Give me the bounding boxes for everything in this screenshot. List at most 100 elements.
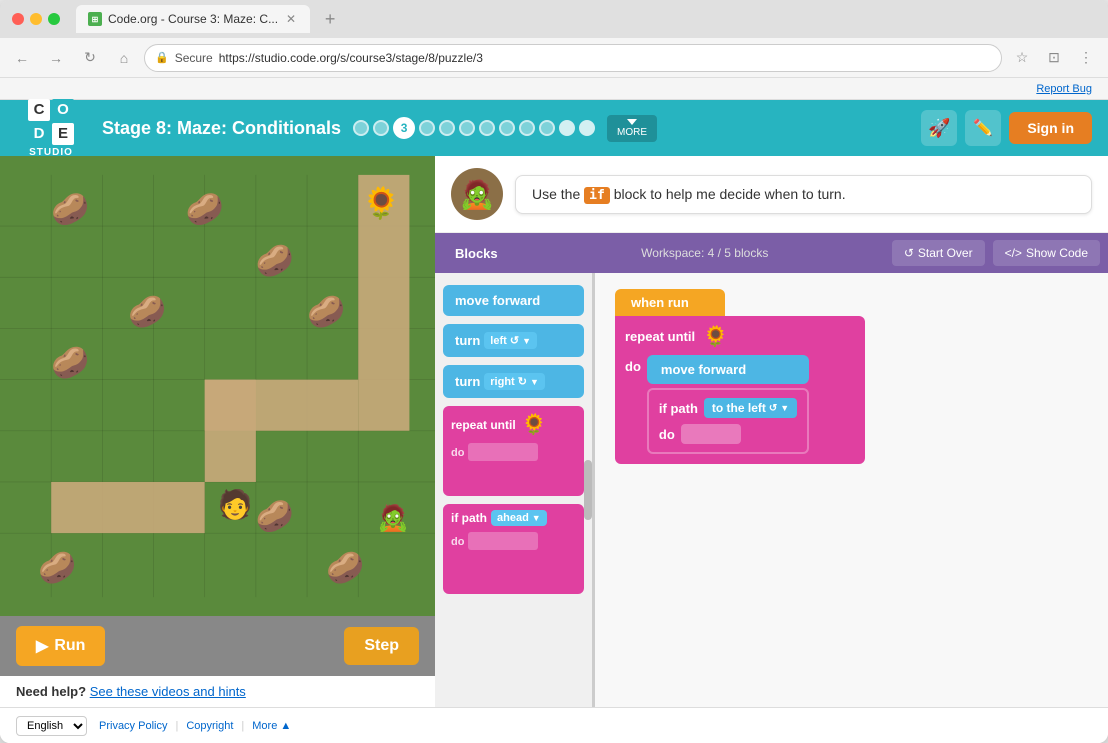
ahead-dropdown[interactable]: ahead ▼	[491, 510, 547, 526]
to-the-left-dropdown[interactable]: to the left ↺ ▼	[704, 398, 797, 418]
turn-left-dropdown[interactable]: left ↺ ▼	[484, 332, 537, 349]
signin-button[interactable]: Sign in	[1009, 112, 1092, 144]
dot-2[interactable]	[373, 120, 389, 136]
dot-9[interactable]	[519, 120, 535, 136]
new-tab-button[interactable]: +	[318, 7, 342, 31]
more-link[interactable]: More ▲	[252, 720, 291, 732]
dot-1[interactable]	[353, 120, 369, 136]
report-bar: Report Bug	[0, 78, 1108, 100]
privacy-policy-link[interactable]: Privacy Policy	[99, 720, 167, 732]
dot-4[interactable]	[419, 120, 435, 136]
help-text: Need help? See these videos and hints	[0, 676, 435, 707]
enemy-4: 🥔	[186, 192, 224, 227]
repeat-until-block[interactable]: repeat until 🌻 do	[443, 406, 584, 496]
enemy-5: 🥔	[256, 243, 294, 278]
blocks-tab[interactable]: Blocks	[435, 233, 518, 273]
run-label: Run	[54, 637, 85, 655]
back-button[interactable]: ←	[8, 44, 36, 72]
scroll-indicator[interactable]	[584, 460, 592, 520]
enemy-8: 🥔	[256, 499, 294, 534]
dot-6[interactable]	[459, 120, 475, 136]
toolbox: move forward turn left ↺ ▼ turn	[435, 273, 595, 707]
forward-button[interactable]: →	[42, 44, 70, 72]
if-do-label: do	[451, 536, 464, 548]
ws-move-forward-block[interactable]: move forward	[647, 355, 809, 384]
blocks-content: move forward turn left ↺ ▼ turn	[435, 273, 1108, 707]
if-do-empty-slot	[681, 424, 741, 444]
browser-toolbar: ← → ↻ ⌂ 🔒 Secure https://studio.code.org…	[0, 38, 1108, 78]
if-do-slot	[468, 532, 538, 550]
logo-c: C	[28, 99, 50, 121]
maximize-button[interactable]	[48, 13, 60, 25]
sunflower-icon: 🌻	[522, 412, 547, 437]
step-button[interactable]: Step	[344, 627, 419, 665]
repeat-until-row: repeat until 🌻	[451, 412, 576, 437]
secure-label: Secure	[175, 51, 213, 65]
dot-3-active[interactable]: 3	[393, 117, 415, 139]
move-forward-block[interactable]: move forward	[443, 285, 584, 316]
repeat-until-text: repeat until	[625, 329, 695, 344]
dot-8[interactable]	[499, 120, 515, 136]
tab-close-icon[interactable]: ✕	[284, 12, 298, 26]
rocket-button[interactable]: 🚀	[921, 110, 957, 146]
ahead-arrow: ▼	[532, 513, 541, 523]
turn-left-block[interactable]: turn left ↺ ▼	[443, 324, 584, 357]
puzzle-dots: 3	[353, 117, 595, 139]
copyright-link[interactable]: Copyright	[186, 720, 233, 732]
instruction-area: 🧟 Use the if block to help me decide whe…	[435, 156, 1108, 233]
refresh-icon: ↺	[904, 246, 914, 260]
dot-10[interactable]	[539, 120, 555, 136]
close-button[interactable]	[12, 13, 24, 25]
start-over-button[interactable]: ↺ Start Over	[892, 240, 985, 266]
home-button[interactable]: ⌂	[110, 44, 138, 72]
minimize-button[interactable]	[30, 13, 42, 25]
dot-7[interactable]	[479, 120, 495, 136]
bookmark-icon[interactable]: ☆	[1008, 44, 1036, 72]
stage-title: Stage 8: Maze: Conditionals	[102, 118, 341, 139]
dot-12[interactable]	[579, 120, 595, 136]
enemy-2: 🥔	[128, 294, 166, 329]
report-bug-link[interactable]: Report Bug	[1036, 83, 1092, 95]
sep-1: |	[175, 720, 178, 732]
address-bar[interactable]: 🔒 Secure https://studio.code.org/s/cours…	[144, 44, 1002, 72]
secure-icon: 🔒	[155, 51, 169, 64]
turn-right-dropdown[interactable]: right ↻ ▼	[484, 373, 545, 390]
code-panel: 🧟 Use the if block to help me decide whe…	[435, 156, 1108, 707]
extensions-icon[interactable]: ⊡	[1040, 44, 1068, 72]
menu-icon[interactable]: ⋮	[1072, 44, 1100, 72]
instruction-after: block to help me decide when to turn.	[614, 186, 846, 202]
dot-11[interactable]	[559, 120, 575, 136]
dot-5[interactable]	[439, 120, 455, 136]
if-path-block[interactable]: if path ahead ▼ do	[443, 504, 584, 594]
run-button[interactable]: ▶ Run	[16, 626, 105, 666]
more-button[interactable]: MORE	[607, 115, 657, 142]
inner-blocks: move forward if path to the left	[647, 355, 809, 454]
show-code-button[interactable]: </> Show Code	[993, 240, 1100, 266]
ws-if-path-block[interactable]: if path to the left ↺ ▼	[647, 388, 809, 454]
if-path-text: if path	[659, 401, 698, 416]
to-left-text: to the left	[712, 401, 766, 415]
do-slot	[468, 443, 538, 461]
logo-d: D	[28, 123, 50, 145]
pencil-button[interactable]: ✏️	[965, 110, 1001, 146]
footer-links: Privacy Policy | Copyright | More ▲	[99, 720, 291, 732]
more-label: MORE	[617, 127, 647, 138]
zombie-avatar: 🧟	[451, 168, 503, 220]
refresh-button[interactable]: ↻	[76, 44, 104, 72]
turn-right-block[interactable]: turn right ↻ ▼	[443, 365, 584, 398]
ahead-label: ahead	[497, 512, 529, 524]
if-path-header: if path to the left ↺ ▼	[659, 398, 797, 418]
browser-tab[interactable]: ⊞ Code.org - Course 3: Maze: C... ✕	[76, 5, 310, 33]
logo-e: E	[52, 123, 74, 145]
code-studio-logo[interactable]: C O D E STUDIO	[16, 99, 86, 158]
game-grid-svg: 🥔 🥔 🥔 🥔 🥔 🥔 🥔 🥔 🥔 🧑 🌻	[0, 156, 435, 616]
if-path-row: if path ahead ▼	[451, 510, 576, 526]
toolbar-actions: ☆ ⊡ ⋮	[1008, 44, 1100, 72]
workspace-area[interactable]: when run repeat until 🌻 do	[595, 273, 1108, 707]
rotate-icon: ↺	[769, 403, 777, 414]
header-actions: 🚀 ✏️ Sign in	[921, 110, 1092, 146]
language-selector[interactable]: English	[16, 716, 87, 736]
target-sunflower: 🌻	[362, 185, 400, 220]
logo-grid: C O D E	[28, 99, 74, 145]
enemy-3: 🥔	[51, 345, 89, 380]
